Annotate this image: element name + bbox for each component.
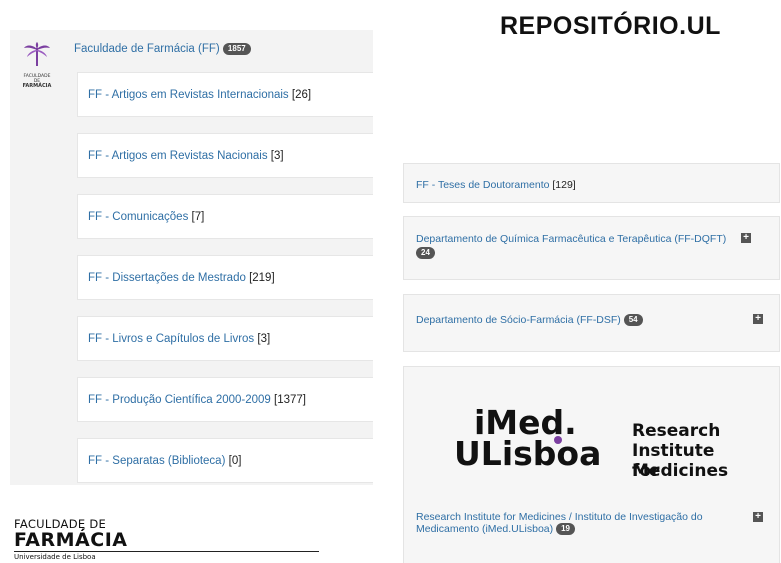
wordmark-line2: FARMÁCIA	[14, 529, 128, 551]
collection-link[interactable]: FF - Teses de Doutoramento	[416, 179, 549, 191]
subcommunity-link[interactable]: Research Institute for Medicines / Insti…	[416, 511, 703, 523]
count-badge: 19	[556, 523, 575, 536]
collection-item[interactable]: FF - Artigos em Revistas Internacionais …	[77, 72, 373, 117]
item-count: [3]	[257, 332, 271, 345]
faculty-logo: FACULDADE DE FARMÁCIA	[22, 42, 52, 89]
expand-plus-icon[interactable]: +	[753, 314, 763, 324]
collection-item[interactable]: FF - Livros e Capítulos de Livros [3]	[77, 316, 373, 361]
count-badge: 1857	[222, 43, 251, 55]
imed-accent-dot	[554, 436, 562, 444]
count-badge: 24	[416, 247, 435, 260]
page-title: REPOSITÓRIO.UL	[500, 12, 721, 40]
expand-plus-icon[interactable]: +	[753, 512, 763, 522]
wordmark-rule	[14, 551, 319, 552]
community-root[interactable]: Faculdade de Farmácia (FF) 1857	[74, 43, 251, 55]
faculty-wordmark: FACULDADE DE FARMÁCIA Universidade de Li…	[14, 517, 319, 561]
imed-tag3: Medicines	[632, 461, 729, 481]
community-root-link[interactable]: Faculdade de Farmácia (FF)	[74, 43, 220, 55]
logo-small-line2: FARMÁCIA	[22, 83, 52, 89]
collection-link[interactable]: FF - Artigos em Revistas Internacionais	[88, 89, 289, 101]
item-count: [26]	[291, 88, 312, 101]
item-count: [129]	[552, 179, 576, 191]
subcommunity-link-cont[interactable]: Medicamento (iMed.ULisboa)	[416, 523, 553, 535]
subcommunity-item[interactable]: Departamento de Sócio-Farmácia (FF-DSF) …	[403, 294, 780, 352]
item-count: [219]	[249, 271, 275, 284]
imed-tag1: Research	[632, 421, 721, 441]
collection-link[interactable]: FF - Dissertações de Mestrado	[88, 272, 246, 284]
subcommunity-link[interactable]: Departamento de Química Farmacêutica e T…	[416, 233, 726, 245]
collection-link[interactable]: FF - Produção Científica 2000-2009	[88, 394, 271, 406]
collection-item[interactable]: FF - Artigos em Revistas Nacionais [3]	[77, 133, 373, 178]
expand-plus-icon[interactable]: +	[741, 233, 751, 243]
collection-item[interactable]: FF - Comunicações [7]	[77, 194, 373, 239]
collection-link[interactable]: FF - Artigos em Revistas Nacionais	[88, 150, 268, 162]
palm-tree-icon	[24, 42, 50, 66]
collection-item[interactable]: FF - Dissertações de Mestrado [219]	[77, 255, 373, 300]
item-count: [0]	[228, 454, 242, 467]
collection-link[interactable]: FF - Livros e Capítulos de Livros	[88, 333, 254, 345]
collection-link[interactable]: FF - Comunicações	[88, 211, 188, 223]
collection-link[interactable]: FF - Separatas (Biblioteca)	[88, 455, 225, 467]
item-count: [3]	[270, 149, 284, 162]
subcommunity-link[interactable]: Departamento de Sócio-Farmácia (FF-DSF)	[416, 314, 621, 326]
collection-item[interactable]: FF - Teses de Doutoramento [129]	[403, 163, 780, 203]
collection-item[interactable]: FF - Separatas (Biblioteca) [0]	[77, 438, 373, 483]
wordmark-line3: Universidade de Lisboa	[14, 553, 96, 561]
subcommunity-item[interactable]: Departamento de Química Farmacêutica e T…	[403, 216, 780, 280]
collection-item[interactable]: FF - Produção Científica 2000-2009 [1377…	[77, 377, 373, 422]
item-count: [1377]	[274, 393, 307, 406]
item-count: [7]	[191, 210, 205, 223]
imed-line2: ULisboa	[454, 434, 602, 473]
count-badge: 54	[623, 314, 643, 327]
